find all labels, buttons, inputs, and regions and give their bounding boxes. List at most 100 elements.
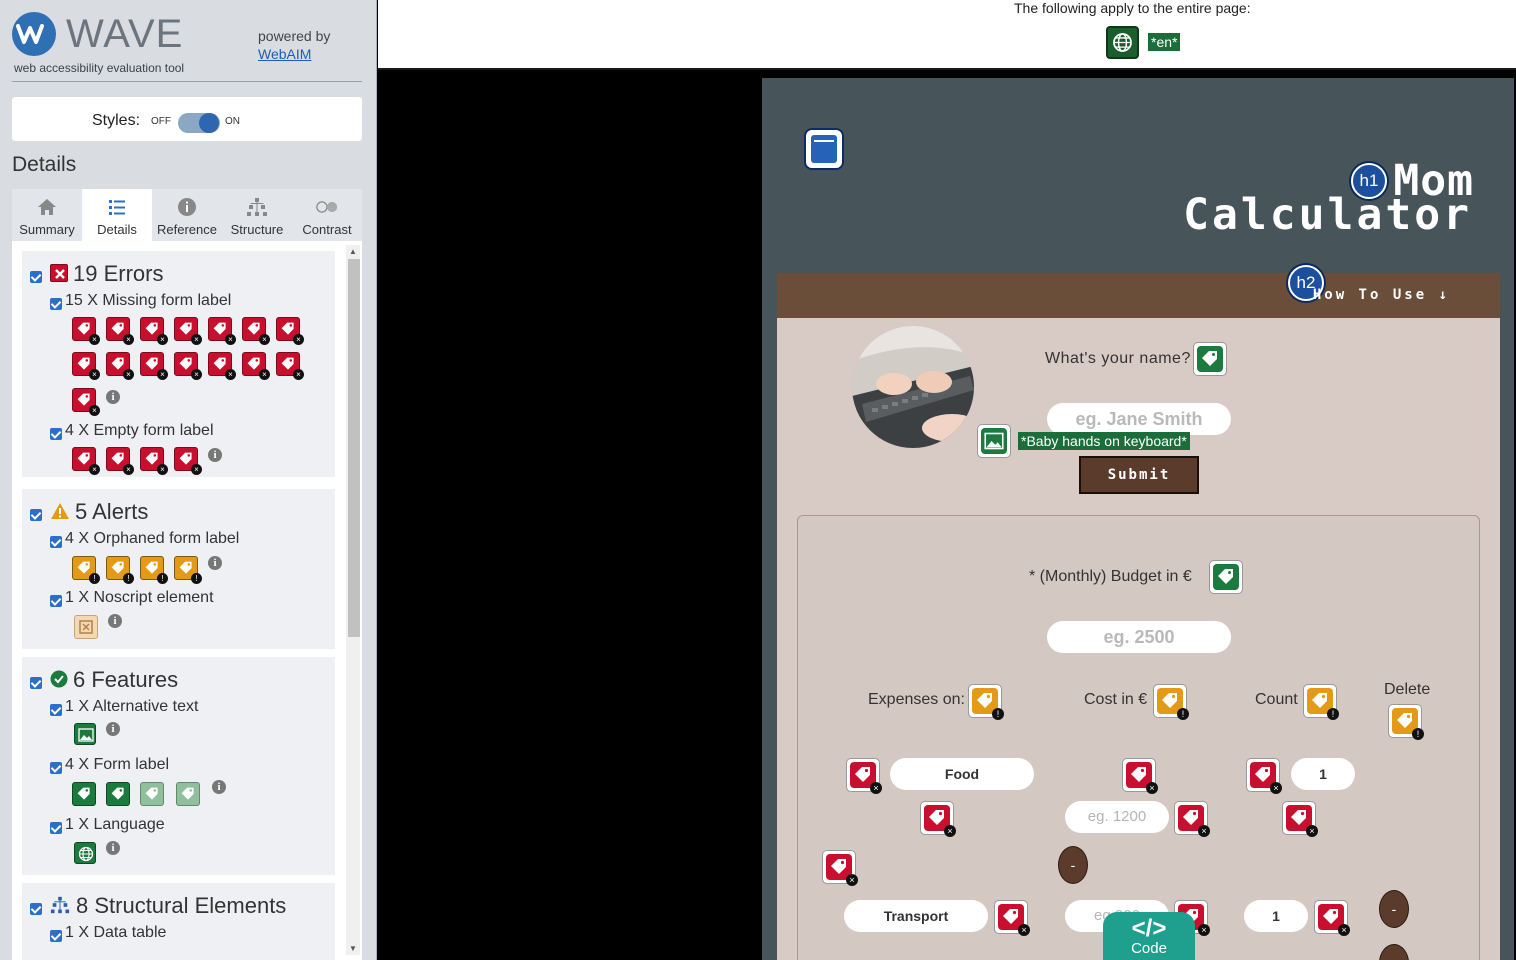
info-icon[interactable]: i	[108, 614, 122, 628]
missing-label-error-icon[interactable]: ×	[822, 850, 858, 886]
form-label-tag-icon[interactable]	[1209, 560, 1243, 594]
delete-button-transport[interactable]: -	[1379, 890, 1409, 928]
orphaned-label-alert-icon[interactable]: !	[968, 684, 1004, 720]
missing-label-checkbox[interactable]	[50, 298, 62, 310]
scroll-down-arrow-icon[interactable]: ▼	[349, 944, 357, 953]
empty-label-error-icon[interactable]: ×	[174, 447, 202, 475]
noscript-icon[interactable]	[74, 615, 98, 639]
language-tag: *en*	[1148, 33, 1181, 51]
missing-label-error-icon[interactable]: ×	[174, 317, 202, 345]
delete-button-food[interactable]: -	[1058, 846, 1088, 884]
name-label: What's your name?	[1045, 350, 1191, 367]
missing-label-error-icon[interactable]: ×	[106, 352, 134, 380]
details-scroll-area[interactable]: 19 Errors 15 X Missing form label i 4 X …	[12, 241, 362, 960]
missing-label-error-icon[interactable]: ×	[140, 317, 168, 345]
form-label-feature-icon[interactable]	[140, 782, 164, 806]
form-label-feature-icon[interactable]	[72, 782, 96, 806]
count-input-food[interactable]: 1	[1291, 758, 1355, 790]
budget-input[interactable]: eg. 2500	[1047, 621, 1231, 653]
structural-checkbox[interactable]	[30, 903, 42, 915]
globe-icon[interactable]	[74, 842, 96, 864]
missing-label-error-icon[interactable]: ×	[1314, 900, 1350, 936]
info-icon[interactable]: i	[106, 722, 120, 736]
missing-label-error-icon[interactable]: ×	[276, 352, 304, 380]
empty-label-error-icon[interactable]: ×	[72, 447, 100, 475]
orphaned-label-alert-icon[interactable]: !	[106, 556, 134, 584]
tab-summary[interactable]: Summary	[12, 189, 82, 241]
form-label-tag-icon[interactable]	[1193, 342, 1227, 376]
missing-label-error-icon[interactable]: ×	[72, 352, 100, 380]
code-toggle-button[interactable]: </> Code	[1103, 912, 1195, 960]
missing-label-error-icon[interactable]: ×	[920, 801, 956, 837]
missing-label-error-icon[interactable]: ×	[72, 317, 100, 345]
empty-label-checkbox[interactable]	[50, 428, 62, 440]
webaim-link[interactable]: WebAIM	[258, 46, 311, 62]
noscript-checkbox[interactable]	[50, 595, 62, 607]
form-label-feature-icon[interactable]	[176, 782, 200, 806]
tab-contrast[interactable]: Contrast	[292, 189, 362, 241]
empty-label-error-icon[interactable]: ×	[140, 447, 168, 475]
missing-label-error-icon[interactable]: ×	[846, 758, 882, 794]
missing-label-error-icon[interactable]: ×	[1174, 801, 1210, 837]
image-alt-icon[interactable]	[74, 723, 96, 745]
expense-input-food[interactable]: Food	[890, 758, 1034, 790]
features-checkbox[interactable]	[30, 677, 42, 689]
missing-label-error-icon[interactable]: ×	[242, 317, 270, 345]
form-label-feature-icon[interactable]	[106, 782, 130, 806]
code-icon: </>	[1131, 915, 1167, 942]
expense-input-transport[interactable]: Transport	[844, 900, 988, 932]
info-icon[interactable]: i	[212, 780, 226, 794]
missing-label-error-icon[interactable]: ×	[208, 317, 236, 345]
how-to-use-link[interactable]: How To Use ↓	[1313, 287, 1450, 303]
styles-toggle[interactable]	[178, 113, 220, 133]
missing-label-error-icon[interactable]: ×	[276, 317, 304, 345]
orphaned-label-alert-icon[interactable]: !	[72, 556, 100, 584]
tab-details[interactable]: Details	[82, 189, 152, 241]
missing-label-error-icon[interactable]: ×	[1246, 758, 1282, 794]
missing-label-error-icon[interactable]: ×	[72, 388, 100, 416]
info-icon[interactable]: i	[106, 841, 120, 855]
form-label-checkbox[interactable]	[50, 762, 62, 774]
alerts-checkbox[interactable]	[30, 509, 42, 521]
delete-button-next[interactable]	[1379, 944, 1409, 960]
missing-label-error-icon[interactable]: ×	[174, 352, 202, 380]
missing-label-error-icon[interactable]: ×	[1282, 801, 1318, 837]
cost-input-food[interactable]: eg. 1200	[1065, 801, 1169, 833]
scrollbar[interactable]: ▲ ▼	[346, 245, 360, 955]
missing-label-error-icon[interactable]: ×	[140, 352, 168, 380]
count-input-transport[interactable]: 1	[1244, 900, 1308, 932]
info-icon[interactable]: i	[106, 390, 120, 404]
missing-label-error-icon[interactable]: ×	[106, 317, 134, 345]
info-icon[interactable]: i	[208, 448, 222, 462]
toggle-on-label: ON	[225, 116, 240, 127]
alt-text-checkbox[interactable]	[50, 704, 62, 716]
baby-hands-photo	[852, 326, 974, 448]
orphaned-label-alert-icon[interactable]: !	[1153, 684, 1189, 720]
missing-label-error-icon[interactable]: ×	[242, 352, 270, 380]
globe-icon[interactable]	[1106, 26, 1139, 59]
orphaned-label-alert-icon[interactable]: !	[1303, 684, 1339, 720]
missing-label-error-icon[interactable]: ×	[994, 900, 1030, 936]
scroll-up-arrow-icon[interactable]: ▲	[349, 247, 357, 256]
tab-reference[interactable]: Reference	[152, 189, 222, 241]
errors-title: 19 Errors	[73, 261, 164, 286]
missing-label-error-icon[interactable]: ×	[1122, 758, 1158, 794]
orphaned-label-alert-icon[interactable]: !	[174, 556, 202, 584]
errors-checkbox[interactable]	[30, 271, 42, 283]
missing-label-error-icon[interactable]: ×	[208, 352, 236, 380]
tab-structure[interactable]: Structure	[222, 189, 292, 241]
language-checkbox[interactable]	[50, 822, 62, 834]
orphaned-label-alert-icon[interactable]: !	[1388, 704, 1424, 740]
orphaned-label-alert-icon[interactable]: !	[140, 556, 168, 584]
window-icon[interactable]	[804, 128, 844, 170]
name-input[interactable]: eg. Jane Smith	[1047, 403, 1231, 435]
image-alt-icon[interactable]	[977, 424, 1011, 458]
submit-button[interactable]: Submit	[1079, 456, 1199, 494]
info-icon[interactable]: i	[208, 556, 222, 570]
data-table-checkbox[interactable]	[50, 930, 62, 942]
scroll-thumb[interactable]	[348, 259, 360, 637]
empty-label-error-icon[interactable]: ×	[106, 447, 134, 475]
warning-icon	[51, 503, 69, 519]
orphaned-label-checkbox[interactable]	[50, 536, 62, 548]
page-wide-text: The following apply to the entire page:	[1014, 0, 1251, 16]
